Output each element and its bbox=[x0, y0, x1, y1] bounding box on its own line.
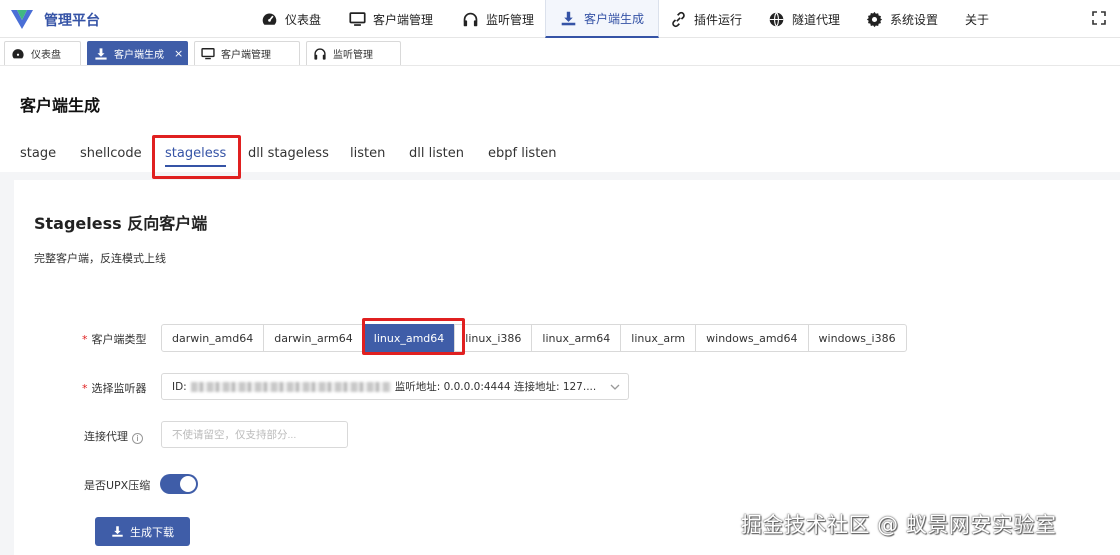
listener-select[interactable]: ID: 监听地址: 0.0.0.0:4444 连接地址: 127.... bbox=[161, 373, 629, 400]
globe-icon bbox=[769, 11, 784, 27]
nav-about[interactable]: 关于 bbox=[965, 0, 989, 38]
client-type-linux-arm[interactable]: linux_arm bbox=[620, 324, 697, 352]
subtab-dll-listen[interactable]: dll listen bbox=[409, 146, 464, 161]
chevron-down-icon bbox=[610, 384, 620, 390]
proxy-input[interactable] bbox=[161, 421, 348, 448]
nav-client-generate-label: 客户端生成 bbox=[584, 11, 645, 26]
download-icon bbox=[112, 526, 123, 537]
gear-icon bbox=[866, 11, 883, 27]
client-type-linux-i386[interactable]: linux_i386 bbox=[454, 324, 533, 352]
brand-title[interactable]: 管理平台 bbox=[44, 10, 100, 30]
dashboard-icon bbox=[262, 13, 277, 25]
generate-download-button[interactable]: 生成下载 bbox=[95, 517, 190, 546]
download-icon bbox=[561, 11, 576, 25]
nav-tunnel-proxy-label: 隧道代理 bbox=[792, 12, 841, 27]
info-icon[interactable]: i bbox=[132, 433, 143, 444]
tab-listener-management[interactable]: 监听管理 bbox=[306, 41, 401, 65]
nav-system-settings[interactable]: 系统设置 bbox=[866, 0, 938, 38]
tab-close-icon[interactable]: × bbox=[174, 47, 183, 60]
monitor-icon bbox=[349, 11, 366, 26]
nav-plugin-run-label: 插件运行 bbox=[694, 12, 743, 27]
subtab-stage[interactable]: stage bbox=[20, 146, 56, 161]
nav-client-management-label: 客户端管理 bbox=[373, 12, 434, 27]
subtab-dll-stageless[interactable]: dll stageless bbox=[248, 146, 329, 161]
tab-dashboard[interactable]: 仪表盘 bbox=[4, 41, 81, 65]
client-type-darwin-amd64[interactable]: darwin_amd64 bbox=[161, 324, 265, 352]
nav-about-label: 关于 bbox=[965, 12, 990, 27]
card-description: 完整客户端，反连模式上线 bbox=[34, 252, 166, 265]
link-icon bbox=[672, 11, 685, 27]
client-type-radio-group: darwin_amd64 darwin_arm64 linux_amd64 li… bbox=[161, 324, 907, 352]
tab-dashboard-label: 仪表盘 bbox=[31, 50, 61, 61]
nav-dashboard[interactable]: 仪表盘 bbox=[261, 0, 321, 38]
card-title: Stageless 反向客户端 bbox=[34, 214, 208, 233]
proxy-label: 连接代理 i bbox=[84, 428, 143, 444]
tab-client-generate[interactable]: 客户端生成 × bbox=[87, 41, 188, 65]
nav-system-settings-label: 系统设置 bbox=[890, 12, 939, 27]
upx-label: 是否UPX压缩 bbox=[84, 479, 151, 492]
client-type-linux-arm64[interactable]: linux_arm64 bbox=[531, 324, 622, 352]
top-navbar: 管理平台 仪表盘 客户端管理 监听管理 客户端生成 插件运行 隧道代理 系统设置… bbox=[0, 0, 1120, 38]
tab-client-management-label: 客户端管理 bbox=[221, 50, 271, 61]
client-type-windows-amd64[interactable]: windows_amd64 bbox=[695, 324, 809, 352]
toggle-knob bbox=[180, 476, 196, 492]
client-type-label: * 客户端类型 bbox=[82, 333, 147, 346]
subtab-stageless[interactable]: stageless bbox=[165, 146, 227, 167]
tab-listener-management-label: 监听管理 bbox=[333, 50, 373, 61]
generate-button-label: 生成下载 bbox=[130, 525, 174, 539]
nav-client-generate[interactable]: 客户端生成 bbox=[545, 0, 660, 38]
client-type-windows-i386[interactable]: windows_i386 bbox=[807, 324, 907, 352]
redacted-listener-id bbox=[190, 381, 391, 392]
nav-listener-management[interactable]: 监听管理 bbox=[462, 0, 534, 38]
tab-bar: 仪表盘 客户端生成 × 客户端管理 监听管理 bbox=[0, 38, 1120, 66]
subtab-ebpf-listen[interactable]: ebpf listen bbox=[488, 146, 557, 161]
monitor-icon bbox=[201, 47, 215, 59]
nav-listener-management-label: 监听管理 bbox=[486, 12, 535, 27]
nav-client-management[interactable]: 客户端管理 bbox=[349, 0, 433, 38]
tab-client-management[interactable]: 客户端管理 bbox=[194, 41, 300, 65]
listener-id-prefix: ID: bbox=[172, 380, 187, 393]
app-logo-icon bbox=[11, 10, 33, 29]
client-type-linux-amd64[interactable]: linux_amd64 bbox=[362, 324, 456, 352]
client-type-darwin-arm64[interactable]: darwin_arm64 bbox=[263, 324, 364, 352]
subtab-listen[interactable]: listen bbox=[350, 146, 385, 161]
page-header: 客户端生成 stage shellcode stageless dll stag… bbox=[0, 66, 1120, 179]
upx-toggle[interactable] bbox=[160, 474, 198, 494]
listener-address-text: 监听地址: 0.0.0.0:4444 连接地址: 127.... bbox=[394, 381, 597, 393]
required-mark: * bbox=[82, 333, 88, 346]
dashboard-icon bbox=[12, 48, 24, 58]
nav-tunnel-proxy[interactable]: 隧道代理 bbox=[768, 0, 840, 38]
page-title: 客户端生成 bbox=[20, 96, 101, 115]
listener-label: * 选择监听器 bbox=[82, 382, 147, 395]
nav-plugin-run[interactable]: 插件运行 bbox=[670, 0, 742, 38]
nav-dashboard-label: 仪表盘 bbox=[285, 12, 322, 27]
subtab-shellcode[interactable]: shellcode bbox=[80, 146, 142, 161]
fullscreen-icon[interactable] bbox=[1092, 11, 1106, 25]
generate-card: Stageless 反向客户端 完整客户端，反连模式上线 * 客户端类型 darw… bbox=[14, 180, 1120, 555]
watermark: 掘金技术社区 @ 蚁景网安实验室 bbox=[741, 513, 1057, 537]
tab-client-generate-label: 客户端生成 bbox=[114, 50, 164, 61]
headphones-icon bbox=[314, 47, 326, 60]
download-icon bbox=[95, 47, 107, 60]
headphones-icon bbox=[463, 12, 478, 26]
